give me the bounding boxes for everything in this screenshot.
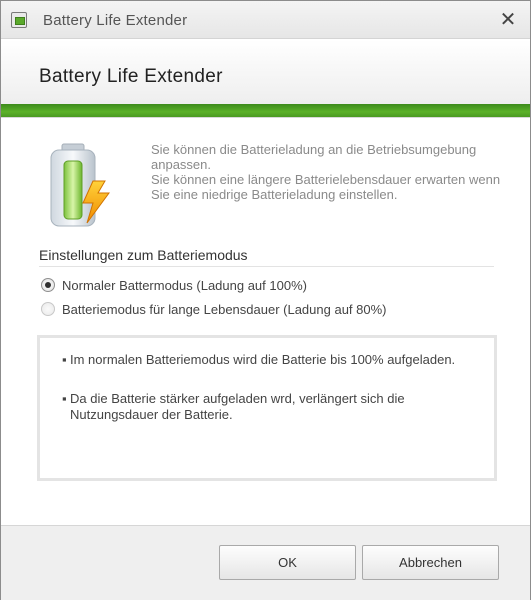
info-text-1: Im normalen Batteriemodus wird die Batte…	[70, 352, 456, 367]
radio-label-long-life: Batteriemodus für lange Lebensdauer (Lad…	[62, 301, 387, 317]
accent-stripe	[1, 104, 530, 118]
bullet-icon: ▪	[62, 391, 67, 406]
section-label: Einstellungen zum Batteriemodus	[39, 247, 248, 263]
battery-charging-icon	[50, 143, 110, 227]
page-title: Battery Life Extender	[39, 66, 223, 87]
info-text-2: Da die Batterie stärker aufgeladen wrd, …	[70, 391, 405, 422]
radio-button-checked[interactable]	[41, 278, 55, 292]
section-divider	[39, 266, 494, 267]
bullet-icon: ▪	[62, 352, 67, 367]
radio-normal-mode[interactable]: Normaler Battermodus (Ladung auf 100%)	[41, 276, 307, 294]
window-title: Battery Life Extender	[43, 12, 188, 29]
battery-app-icon	[11, 12, 27, 28]
info-bullet-2: ▪ Da die Batterie stärker aufgeladen wrd…	[62, 391, 462, 423]
intro-text: Sie können die Batterieladung an die Bet…	[151, 142, 521, 202]
title-bar: Battery Life Extender ✕	[1, 1, 530, 39]
button-bar: OK Abbrechen	[1, 525, 530, 600]
radio-label-normal: Normaler Battermodus (Ladung auf 100%)	[62, 277, 307, 293]
intro-line-1: Sie können die Batterieladung an die Bet…	[151, 142, 477, 172]
ok-button[interactable]: OK	[219, 545, 356, 580]
radio-button-unchecked[interactable]	[41, 302, 55, 316]
dialog-window: Battery Life Extender ✕ Battery Life Ext…	[0, 0, 531, 600]
cancel-button[interactable]: Abbrechen	[362, 545, 499, 580]
intro-line-2: Sie können eine längere Batterielebensda…	[151, 172, 501, 202]
info-bullet-1: ▪ Im normalen Batteriemodus wird die Bat…	[62, 352, 462, 368]
header-band: Battery Life Extender	[1, 40, 530, 104]
close-icon[interactable]: ✕	[496, 8, 520, 32]
info-box: ▪ Im normalen Batteriemodus wird die Bat…	[37, 335, 497, 481]
radio-long-life-mode[interactable]: Batteriemodus für lange Lebensdauer (Lad…	[41, 300, 387, 318]
